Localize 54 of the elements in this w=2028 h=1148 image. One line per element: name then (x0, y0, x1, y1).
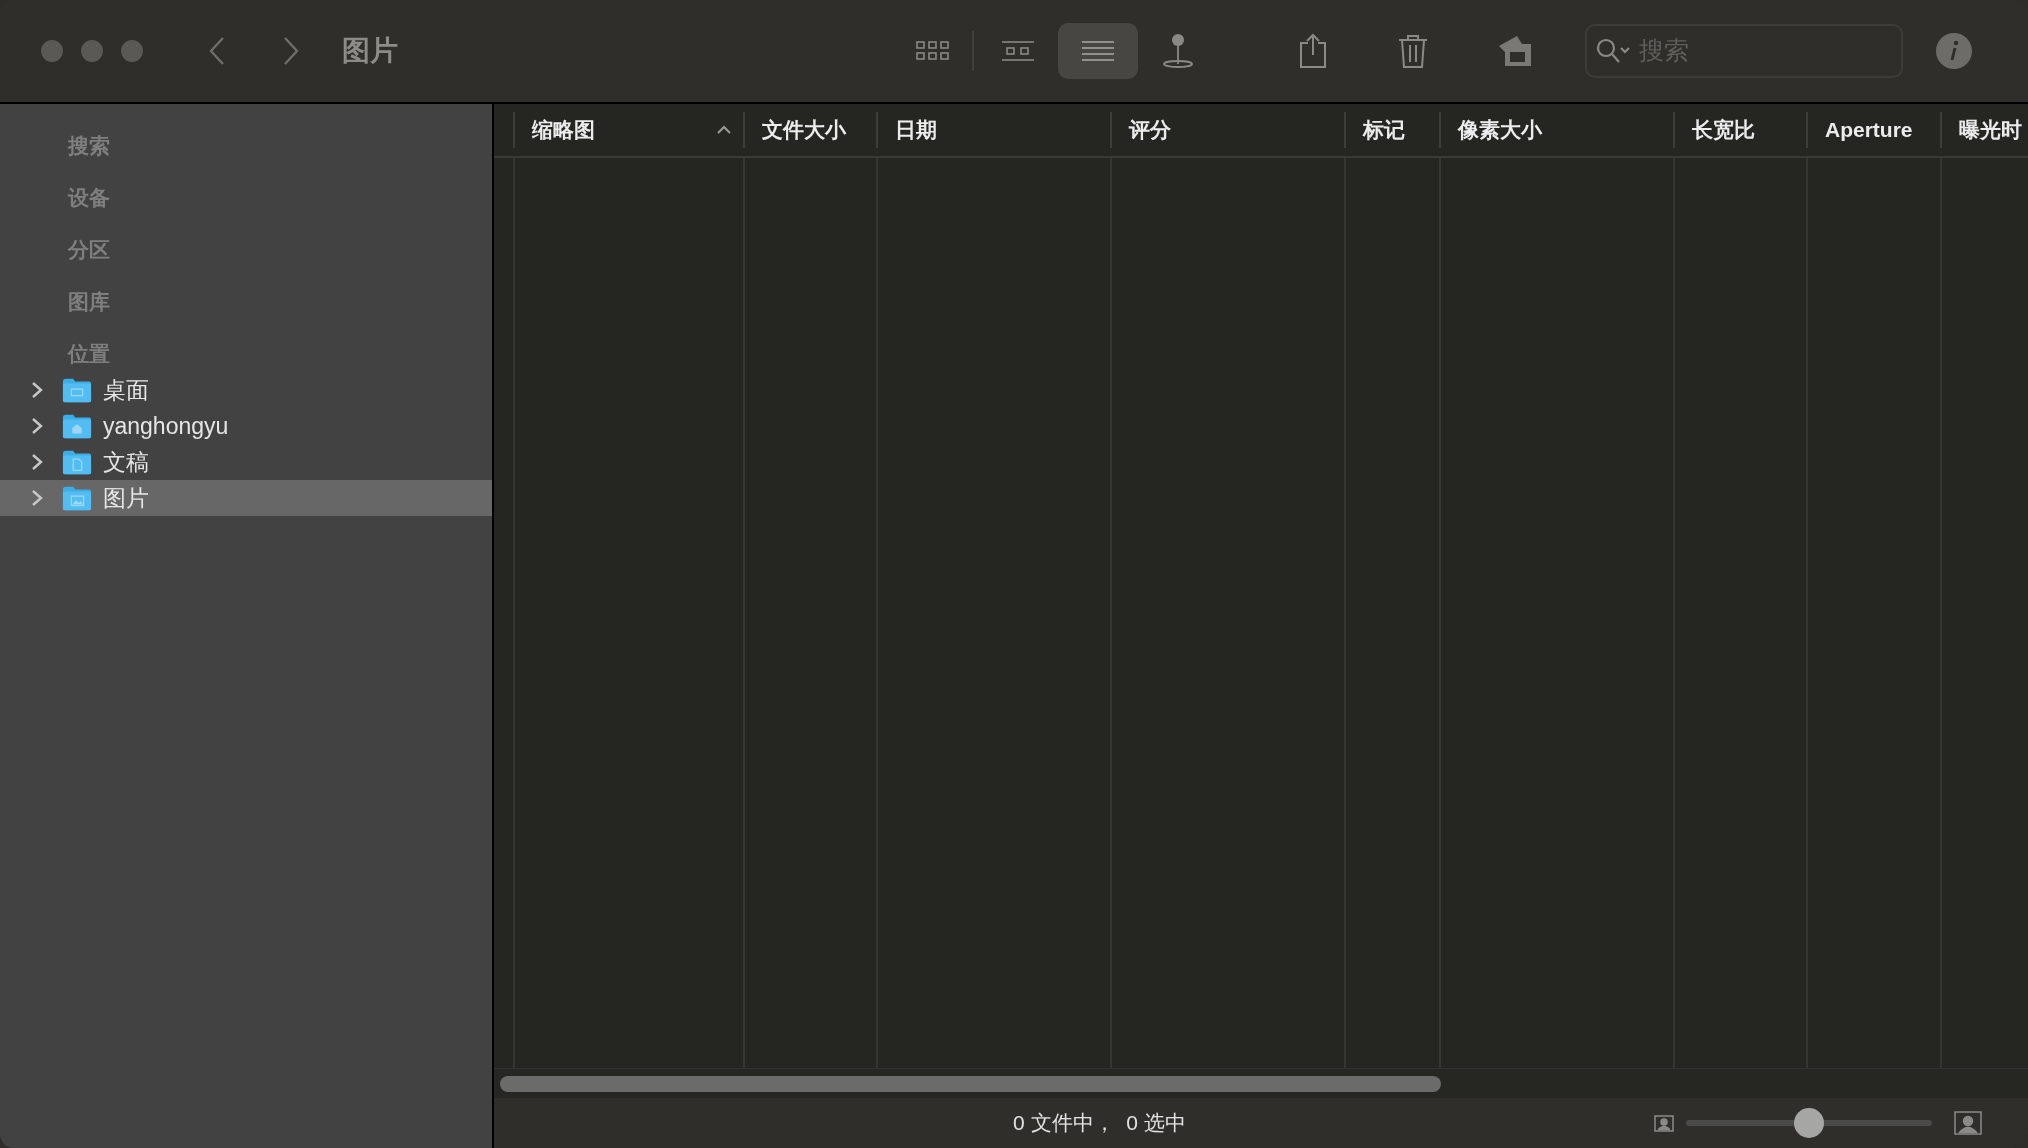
sidebar-section-label: 位置 (68, 341, 110, 368)
sidebar-item-label: 文稿 (103, 447, 149, 477)
folder-icon (62, 413, 92, 439)
sidebar-item-label: 桌面 (103, 375, 149, 405)
close-button[interactable] (41, 40, 63, 62)
column-header[interactable]: 长宽比 (1673, 112, 1806, 148)
column-header[interactable]: 评分 (1110, 112, 1344, 148)
chevron-right-icon (31, 489, 43, 507)
column-header[interactable]: 标记 (1344, 112, 1439, 148)
sidebar-item[interactable]: 图片 (0, 480, 492, 516)
sidebar-item[interactable]: 桌面 (0, 372, 492, 408)
zoom-button[interactable] (121, 40, 143, 62)
gallery-icon (1001, 39, 1035, 63)
column-header[interactable]: 日期 (876, 112, 1110, 148)
folder-icon (62, 485, 92, 511)
list-icon (1081, 39, 1115, 63)
column-header[interactable]: 曝光时 (1940, 112, 2026, 148)
window-title: 图片 (342, 34, 398, 68)
search-icon (1595, 37, 1631, 65)
info-icon (1948, 40, 1960, 62)
sidebar-section-label: 分区 (68, 237, 110, 264)
large-photo-icon (1954, 1111, 1982, 1135)
column-header[interactable]: 缩略图 (513, 112, 743, 148)
minimize-button[interactable] (81, 40, 103, 62)
info-button[interactable] (1936, 33, 1972, 69)
chevron-right-icon (31, 417, 43, 435)
sort-ascending-icon (717, 125, 731, 134)
chevron-right-icon (31, 381, 43, 399)
slider-thumb[interactable] (1794, 1108, 1824, 1138)
sidebar-item-label: 图片 (103, 483, 149, 513)
grid-icon (915, 39, 949, 63)
zoom-slider[interactable] (1686, 1108, 1932, 1138)
sidebar-section-label: 搜索 (68, 133, 110, 160)
trash-icon (1397, 33, 1429, 69)
sidebar-section-label: 设备 (68, 185, 110, 212)
sidebar-item[interactable]: 文稿 (0, 444, 492, 480)
status-text: 0 文件中， 0 选中 (1013, 1110, 1186, 1137)
chevron-left-icon (209, 36, 225, 66)
map-pin-icon (1161, 33, 1195, 69)
column-header[interactable]: 像素大小 (1439, 112, 1673, 148)
folder-icon (62, 449, 92, 475)
column-header[interactable]: Aperture (1806, 112, 1940, 148)
small-photo-icon (1654, 1114, 1674, 1132)
tag-icon (1497, 34, 1533, 68)
share-icon (1298, 33, 1328, 69)
chevron-right-icon (283, 36, 299, 66)
sidebar-section-label: 图库 (68, 289, 110, 316)
chevron-right-icon (31, 453, 43, 471)
sidebar-item[interactable]: yanghongyu (0, 408, 492, 444)
sidebar-item-label: yanghongyu (103, 411, 229, 441)
horizontal-scrollbar-thumb[interactable] (500, 1075, 1441, 1092)
column-header[interactable]: 文件大小 (743, 112, 876, 148)
folder-icon (62, 377, 92, 403)
view-mode-button[interactable] (1058, 23, 1138, 79)
